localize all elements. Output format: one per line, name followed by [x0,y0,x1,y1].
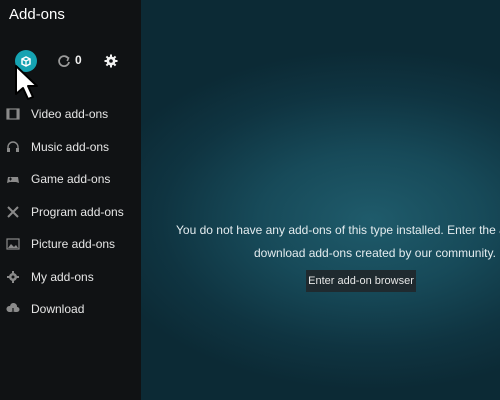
headphones-icon [6,140,20,154]
gamepad-icon [6,172,20,186]
sidebar-item-label: Video add-ons [31,107,109,122]
film-icon [6,107,20,121]
gear-icon [104,54,118,68]
sidebar-item-my-addons[interactable]: My add-ons [0,261,141,294]
refresh-icon [58,55,70,67]
gear-icon [6,270,20,284]
sidebar-item-download[interactable]: Download [0,293,141,326]
tools-icon [6,205,20,219]
empty-message-line1: You do not have any add-ons of this type… [176,223,500,237]
sidebar: Add-ons 0 Video add-ons Music add-ons Ga… [0,0,141,400]
sidebar-item-label: Music add-ons [31,139,110,154]
sidebar-item-label: Program add-ons [31,204,124,219]
sidebar-menu: Video add-ons Music add-ons Game add-ons… [0,98,141,326]
page-title: Add-ons [9,6,65,23]
enter-addon-browser-button[interactable]: Enter add-on browser [306,270,416,292]
sidebar-item-label: My add-ons [31,269,94,284]
sidebar-item-music-addons[interactable]: Music add-ons [0,131,141,164]
cloud-download-icon [6,302,20,316]
sidebar-item-game-addons[interactable]: Game add-ons [0,163,141,196]
sidebar-item-program-addons[interactable]: Program add-ons [0,196,141,229]
sidebar-item-video-addons[interactable]: Video add-ons [0,98,141,131]
sidebar-item-picture-addons[interactable]: Picture add-ons [0,228,141,261]
picture-icon [6,237,20,251]
sidebar-item-label: Download [31,302,85,317]
check-updates-button[interactable] [53,50,75,72]
main-content: You do not have any add-ons of this type… [141,0,500,400]
update-count: 0 [75,53,82,67]
kodi-addons-screen: Add-ons 0 Video add-ons Music add-ons Ga… [0,0,500,400]
sidebar-item-label: Picture add-ons [31,237,116,252]
sidebar-item-label: Game add-ons [31,172,111,187]
settings-button[interactable] [100,50,122,72]
mouse-cursor-icon [15,65,38,100]
empty-message-line2: download add-ons created by our communit… [254,246,496,260]
